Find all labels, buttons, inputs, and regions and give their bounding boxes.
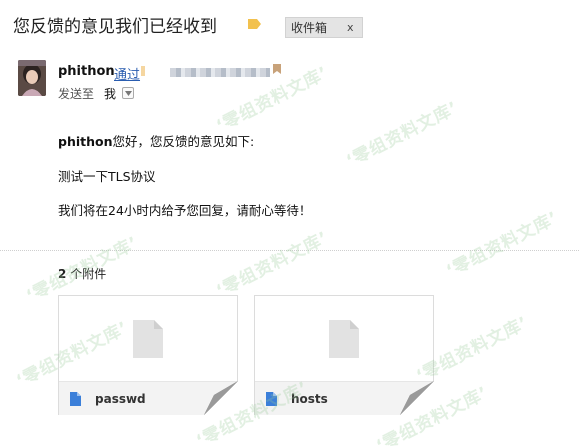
document-icon — [266, 392, 277, 406]
via-link[interactable]: 通过 — [114, 64, 140, 83]
watermark: ‘零组资料文库’ — [343, 97, 462, 172]
redacted-sender-address — [170, 68, 270, 77]
sender-name[interactable]: phithon — [58, 64, 115, 79]
recipient-dropdown-button[interactable] — [122, 87, 134, 99]
folder-tag-label: 收件箱 — [291, 21, 328, 35]
file-placeholder-icon — [133, 319, 163, 358]
attachments-count: 2 — [58, 267, 67, 281]
flag-icon[interactable] — [273, 64, 281, 74]
attachments-heading: 2 个附件 — [58, 265, 106, 282]
mail-subject: 您反馈的意见我们已经收到 — [13, 17, 217, 37]
divider — [0, 250, 579, 251]
folder-tag[interactable]: 收件箱 x — [285, 17, 363, 38]
redaction-mark — [141, 66, 145, 76]
page-curl-icon — [400, 381, 434, 415]
watermark: ‘零组资料文库’ — [213, 227, 332, 302]
document-icon — [70, 392, 81, 406]
greeting-name: phithon — [58, 134, 113, 149]
chevron-down-icon — [124, 90, 132, 96]
attachment-preview[interactable] — [255, 296, 433, 381]
avatar[interactable] — [18, 60, 46, 96]
watermark: ‘零组资料文库’ — [443, 207, 562, 282]
page-curl-icon — [204, 381, 238, 415]
attachments-label: 个附件 — [70, 267, 107, 281]
greeting-text: 您好，您反馈的意见如下: — [112, 134, 255, 149]
attachment-preview[interactable] — [59, 296, 237, 381]
attachment-filename[interactable]: passwd — [95, 392, 146, 406]
attachment-card[interactable]: hosts — [254, 295, 434, 415]
recipient-label: 发送至 — [58, 87, 95, 101]
feedback-content: 测试一下TLS协议 — [58, 169, 156, 184]
subject-bar: 您反馈的意见我们已经收到 收件箱 x — [0, 0, 579, 50]
attachment-filename[interactable]: hosts — [291, 392, 328, 406]
folder-tag-remove-button[interactable]: x — [347, 21, 354, 34]
recipient-value: 我 — [104, 87, 117, 101]
reply-notice: 我们将在24小时内给予您回复，请耐心等待！ — [58, 203, 312, 218]
attachment-card[interactable]: passwd — [58, 295, 238, 415]
file-placeholder-icon — [329, 319, 359, 358]
tag-icon[interactable] — [248, 19, 261, 29]
greeting-line: phithon您好，您反馈的意见如下: — [58, 131, 254, 150]
avatar-image — [18, 60, 46, 96]
